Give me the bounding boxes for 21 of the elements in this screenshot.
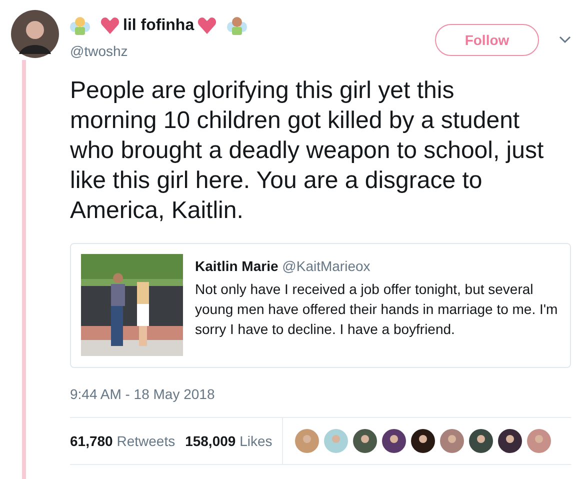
timestamp[interactable]: 9:44 AM - 18 May 2018 bbox=[70, 384, 571, 405]
fairy-icon bbox=[227, 16, 248, 36]
stat-count[interactable]: 61,780 Retweets bbox=[70, 430, 176, 452]
heart-icon bbox=[100, 16, 120, 36]
quoted-author-name: Kaitlin Marie bbox=[195, 258, 278, 274]
author-handle[interactable]: @twoshz bbox=[70, 41, 435, 62]
quoted-author-handle: @KaitMarieox bbox=[282, 258, 370, 274]
liker-avatar[interactable] bbox=[498, 429, 522, 453]
liker-avatar[interactable] bbox=[353, 429, 378, 453]
stat-count[interactable]: 158,009 Likes bbox=[185, 430, 272, 452]
liker-avatar[interactable] bbox=[411, 429, 436, 453]
avatar[interactable] bbox=[11, 10, 59, 58]
quoted-tweet[interactable]: Kaitlin Marie @KaitMarieox Not only have I received a job offer tonight, but several young men have offered their hands in marriage to me. I'm sorry I have to decline. I have a boyfriend. bbox=[70, 243, 571, 368]
author-name[interactable]: lil fofinha bbox=[123, 14, 194, 38]
liker-avatar[interactable] bbox=[382, 429, 406, 453]
heart-icon bbox=[197, 16, 218, 36]
quoted-tweet-text: Not only have I received a job offer tonight, but several young men have offered their hands in marriage to me. I'm sorry I have to decline. I have a boyfriend. bbox=[195, 280, 559, 339]
liker-avatar[interactable] bbox=[469, 429, 494, 453]
chevron-down-icon[interactable] bbox=[559, 36, 571, 44]
fairy-icon bbox=[70, 16, 90, 36]
tweet-text: People are glorifying this girl yet this morning 10 children got killed by a student who brought a deadly weapon to school, just like this girl here. You are a disgrace to America, Kaitlin. bbox=[70, 76, 545, 226]
